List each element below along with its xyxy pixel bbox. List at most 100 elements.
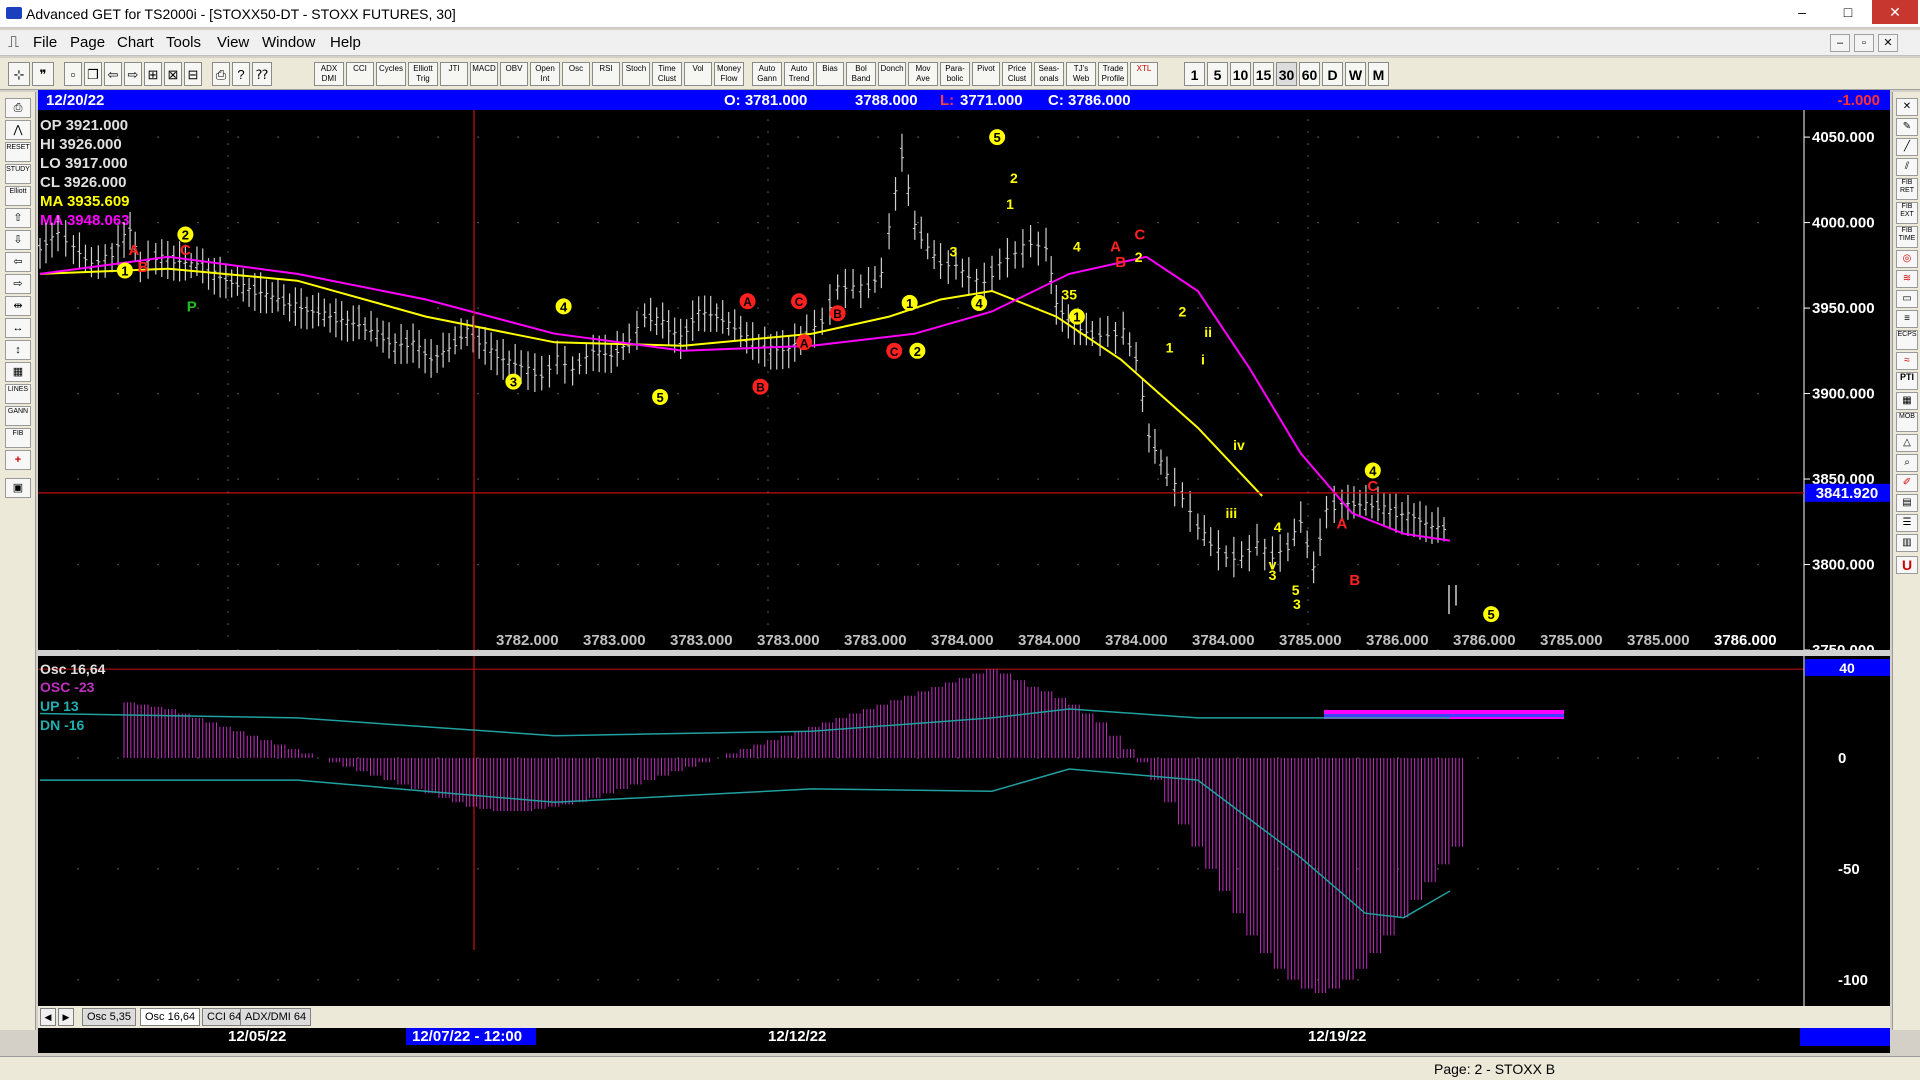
chart-svg[interactable]: 12/20/22 O: 3781.000 3788.000 L: 3771.00… bbox=[38, 90, 1890, 1006]
close-x-icon[interactable]: ✕ bbox=[1896, 98, 1918, 116]
box-icon[interactable]: ▭ bbox=[1896, 290, 1918, 308]
triangle-icon[interactable]: △ bbox=[1896, 434, 1918, 452]
study-button-open-int[interactable]: Open Int bbox=[530, 62, 560, 86]
marker-icon[interactable]: ✐ bbox=[1896, 474, 1918, 492]
pencil-icon[interactable]: ✎ bbox=[1896, 118, 1918, 136]
close-button[interactable]: ✕ bbox=[1872, 0, 1918, 24]
study-button-donch[interactable]: Donch bbox=[878, 62, 906, 86]
arrow-right-icon[interactable]: ⇨ bbox=[5, 274, 31, 294]
study-button-cycles[interactable]: Cycles bbox=[376, 62, 406, 86]
study-button-mov-ave[interactable]: Mov Ave bbox=[908, 62, 938, 86]
mdi-restore-button[interactable]: ▫ bbox=[1854, 34, 1874, 52]
grid-right-icon[interactable]: ▦ bbox=[1896, 392, 1918, 410]
study-button-osc[interactable]: Osc bbox=[562, 62, 590, 86]
lines-button[interactable]: LINES bbox=[5, 384, 31, 404]
study-button-vol[interactable]: Vol bbox=[684, 62, 712, 86]
menu-tools[interactable]: Tools bbox=[166, 34, 201, 51]
study-button-time-clust[interactable]: Time Clust bbox=[652, 62, 682, 86]
study-button-money-flow[interactable]: Money Flow bbox=[714, 62, 744, 86]
tab-prev-button[interactable]: ◀ bbox=[40, 1008, 56, 1026]
study-button-obv[interactable]: OBV bbox=[500, 62, 528, 86]
channel-icon[interactable]: ≡ bbox=[1896, 310, 1918, 328]
menu-page[interactable]: Page bbox=[70, 34, 105, 51]
menu-file[interactable]: File bbox=[33, 34, 57, 51]
timeframe-60[interactable]: 60 bbox=[1299, 62, 1320, 86]
study-button-tj-s-web[interactable]: TJ's Web bbox=[1066, 62, 1096, 86]
study-button-elliott-trig[interactable]: Elliott Trig bbox=[408, 62, 438, 86]
timeframe-d[interactable]: D bbox=[1322, 62, 1343, 86]
ecps-button[interactable]: ECPS bbox=[1896, 330, 1918, 350]
study-button-bias[interactable]: Bias bbox=[816, 62, 844, 86]
pattern-icon[interactable]: ▥ bbox=[1896, 534, 1918, 552]
fib-ret-button[interactable]: FIB RET bbox=[1896, 178, 1918, 200]
fib-ext-button[interactable]: FIB EXT bbox=[1896, 202, 1918, 224]
print-icon[interactable]: ⎙ bbox=[212, 62, 230, 86]
menu-help[interactable]: Help bbox=[330, 34, 361, 51]
study-button-stoch[interactable]: Stoch bbox=[622, 62, 650, 86]
quote-icon[interactable]: ❞ bbox=[32, 62, 54, 86]
tab-osc-16-64[interactable]: Osc 16,64 bbox=[140, 1008, 201, 1026]
help-icon[interactable]: ⁇ bbox=[252, 62, 272, 86]
study-button-trade-profile[interactable]: Trade Profile bbox=[1098, 62, 1128, 86]
print-tool-icon[interactable]: ⎙ bbox=[5, 98, 31, 118]
study-button-auto-trend[interactable]: Auto Trend bbox=[784, 62, 814, 86]
study-button-auto-gann[interactable]: Auto Gann bbox=[752, 62, 782, 86]
tab-next-button[interactable]: ▶ bbox=[58, 1008, 74, 1026]
minimize-button[interactable]: – bbox=[1780, 0, 1824, 24]
pti-button[interactable]: PTI bbox=[1896, 372, 1918, 390]
study-button[interactable]: STUDY bbox=[5, 164, 31, 184]
save-icon[interactable]: ▣ bbox=[5, 478, 31, 498]
elliott-button[interactable]: Elliott bbox=[5, 186, 31, 206]
timeframe-m[interactable]: M bbox=[1368, 62, 1389, 86]
timeframe-30[interactable]: 30 bbox=[1276, 62, 1297, 86]
mdi-minimize-button[interactable]: – bbox=[1830, 34, 1850, 52]
crosshair-icon[interactable]: + bbox=[5, 450, 31, 470]
study-button-seas-onals[interactable]: Seas-onals bbox=[1034, 62, 1064, 86]
wave-icon[interactable]: ≈ bbox=[1896, 352, 1918, 370]
back-icon[interactable]: ⇦ bbox=[104, 62, 122, 86]
study-button-pivot[interactable]: Pivot bbox=[972, 62, 1000, 86]
timeframe-15[interactable]: 15 bbox=[1253, 62, 1274, 86]
study-button-para-bolic[interactable]: Para-bolic bbox=[940, 62, 970, 86]
timeframe-10[interactable]: 10 bbox=[1230, 62, 1251, 86]
menu-window[interactable]: Window bbox=[262, 34, 315, 51]
circle-icon[interactable]: ◎ bbox=[1896, 250, 1918, 268]
menu-chart[interactable]: Chart bbox=[117, 34, 154, 51]
cursor-icon[interactable]: ⊹ bbox=[8, 62, 30, 86]
study-button-jti[interactable]: JTI bbox=[440, 62, 468, 86]
arrow-left-icon[interactable]: ⇦ bbox=[5, 252, 31, 272]
timeframe-w[interactable]: W bbox=[1345, 62, 1366, 86]
fib-button[interactable]: FIB bbox=[5, 428, 31, 448]
fib-time-button[interactable]: FIB TIME bbox=[1896, 226, 1918, 248]
copy-icon[interactable]: ❐ bbox=[84, 62, 102, 86]
arrow-up-icon[interactable]: ⇧ bbox=[5, 208, 31, 228]
magnet-icon[interactable]: U bbox=[1896, 556, 1918, 574]
expand-h-icon[interactable]: ↔ bbox=[5, 318, 31, 338]
menu-view[interactable]: View bbox=[217, 34, 249, 51]
table-icon[interactable]: ▤ bbox=[1896, 494, 1918, 512]
compress-icon[interactable]: ⇹ bbox=[5, 296, 31, 316]
timeframe-1[interactable]: 1 bbox=[1184, 62, 1205, 86]
maximize-button[interactable]: □ bbox=[1826, 0, 1870, 24]
study-button-cci[interactable]: CCI bbox=[346, 62, 374, 86]
study-button-bol-band[interactable]: Bol Band bbox=[846, 62, 876, 86]
fan-icon[interactable]: ≋ bbox=[1896, 270, 1918, 288]
chart-icon[interactable]: ⎍ bbox=[8, 34, 19, 52]
chart-area[interactable]: 12/20/22 O: 3781.000 3788.000 L: 3771.00… bbox=[38, 90, 1890, 1053]
zoom-icon[interactable]: ⌕ bbox=[1896, 454, 1918, 472]
layout-icon[interactable]: ⊟ bbox=[184, 62, 202, 86]
timeframe-5[interactable]: 5 bbox=[1207, 62, 1228, 86]
study-button-price-clust[interactable]: Price Clust bbox=[1002, 62, 1032, 86]
study-button-xtl[interactable]: XTL bbox=[1130, 62, 1158, 86]
line-tool-icon[interactable]: ╱ bbox=[1896, 138, 1918, 156]
tab-adx-dmi-64[interactable]: ADX/DMI 64 bbox=[240, 1008, 312, 1026]
pane-separator[interactable] bbox=[38, 650, 1890, 656]
list-icon[interactable]: ☰ bbox=[1896, 514, 1918, 532]
parallel-icon[interactable]: ⫽ bbox=[1896, 158, 1918, 176]
arrow-down-icon[interactable]: ⇩ bbox=[5, 230, 31, 250]
gann-button[interactable]: GANN bbox=[5, 406, 31, 426]
reset-button[interactable]: RESET bbox=[5, 142, 31, 162]
tab-osc-5-35[interactable]: Osc 5,35 bbox=[82, 1008, 137, 1026]
study-button-macd[interactable]: MACD bbox=[470, 62, 498, 86]
study-button-adx-dmi[interactable]: ADX DMI bbox=[314, 62, 344, 86]
